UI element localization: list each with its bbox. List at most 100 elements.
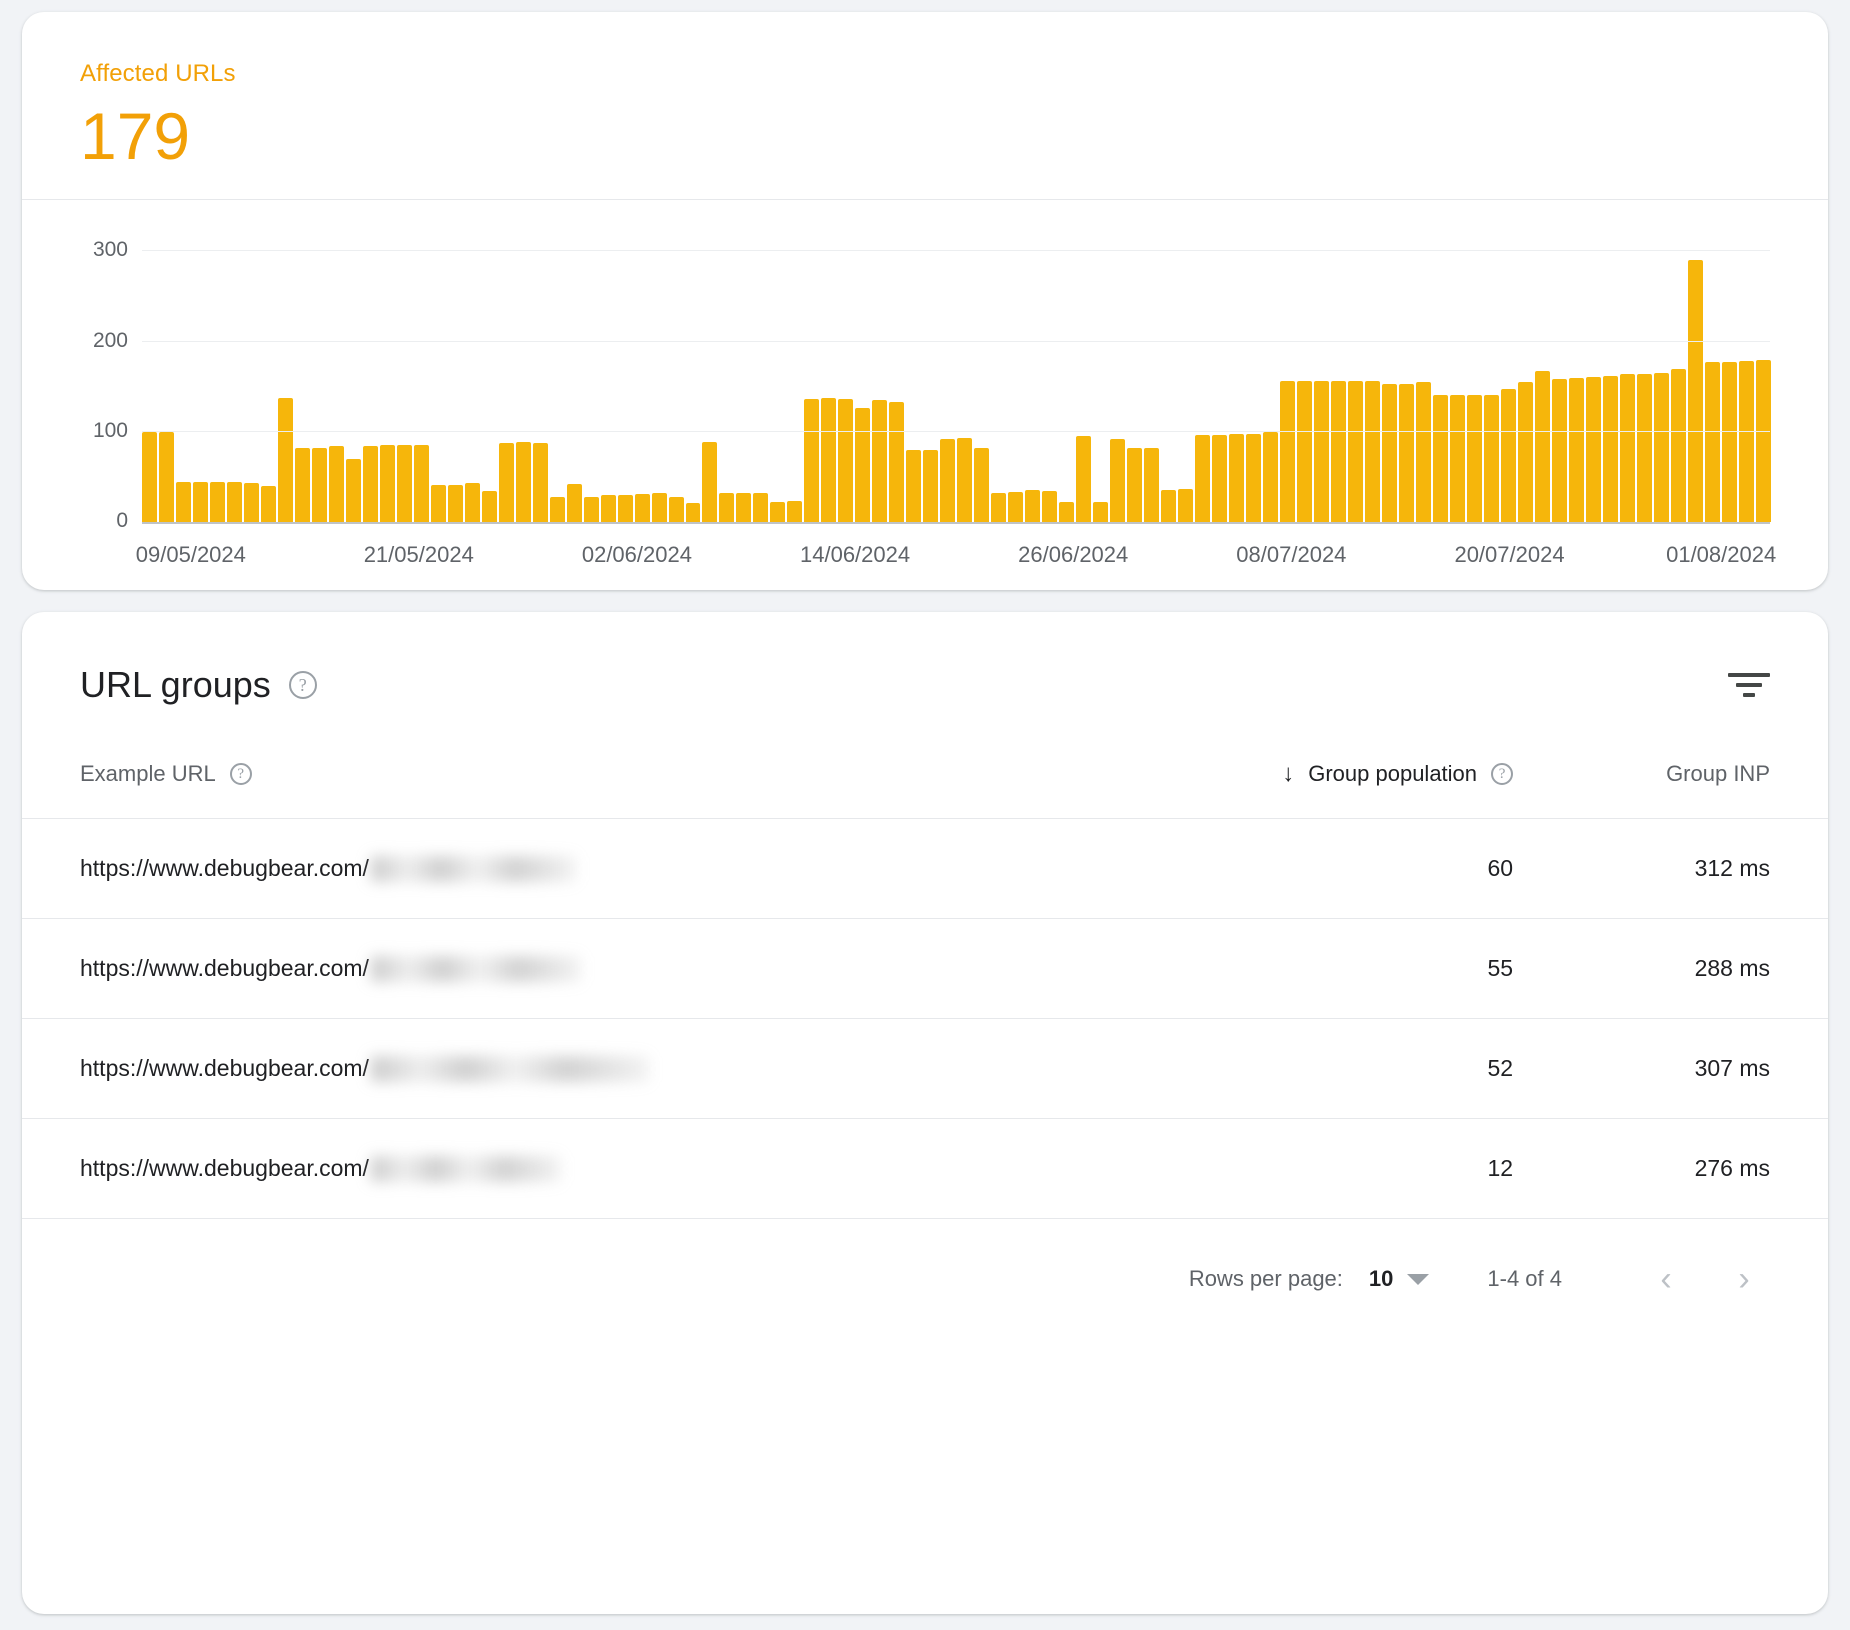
chart-bar[interactable] <box>940 439 956 523</box>
chart-bar[interactable] <box>1449 394 1465 523</box>
chart-bar[interactable] <box>838 398 854 523</box>
chart-bar[interactable] <box>1534 370 1550 523</box>
chart-bar[interactable] <box>1670 368 1686 523</box>
chart-bar[interactable] <box>498 442 514 523</box>
chart-bar[interactable] <box>1008 491 1024 523</box>
chart-bar[interactable] <box>719 493 735 523</box>
chart-bar[interactable] <box>872 399 888 523</box>
chart-bar[interactable] <box>753 493 769 523</box>
chart-bar[interactable] <box>923 450 939 523</box>
chart-bar[interactable] <box>1178 488 1194 523</box>
chart-bar[interactable] <box>1568 377 1584 523</box>
chart-bar[interactable] <box>1466 394 1482 523</box>
chart-bar[interactable] <box>974 448 990 523</box>
chart-bar[interactable] <box>583 497 599 523</box>
group-population-help-icon[interactable]: ? <box>1491 763 1514 786</box>
cell-example-url[interactable]: https://www.debugbear.com/ <box>22 1118 1070 1220</box>
chart-bar[interactable] <box>1585 376 1601 523</box>
chevron-down-icon[interactable] <box>1407 1273 1430 1285</box>
chart-bar[interactable] <box>651 492 667 523</box>
column-header-group-inp[interactable]: Group INP <box>1539 742 1828 819</box>
chart-bar[interactable] <box>447 485 463 523</box>
cell-example-url[interactable]: https://www.debugbear.com/ <box>22 1018 1070 1119</box>
chart-bar[interactable] <box>1500 388 1516 523</box>
chart-bar[interactable] <box>685 503 701 523</box>
chart-bar[interactable] <box>532 442 548 523</box>
chart-bar[interactable] <box>362 446 378 523</box>
column-header-example-url[interactable]: Example URL ? <box>22 742 1069 819</box>
table-row[interactable]: https://www.debugbear.com/55 288 ms <box>22 918 1828 1019</box>
chart-bar[interactable] <box>481 490 497 523</box>
chart-bar[interactable] <box>1330 380 1346 523</box>
chart-bar[interactable] <box>1279 381 1295 523</box>
chart-bar[interactable] <box>294 448 310 523</box>
table-row[interactable]: https://www.debugbear.com/60 312 ms <box>22 818 1828 919</box>
chart-bar[interactable] <box>1415 382 1431 523</box>
chart-bar[interactable] <box>702 441 718 523</box>
chart-bar[interactable] <box>464 482 480 523</box>
chart-bar[interactable] <box>1704 362 1720 523</box>
chart-bar[interactable] <box>1398 384 1414 523</box>
chart-bar[interactable] <box>1755 359 1771 523</box>
chart-bar[interactable] <box>226 481 242 523</box>
chart-bar[interactable] <box>1432 394 1448 523</box>
chart-bar[interactable] <box>413 444 429 523</box>
chart-bar[interactable] <box>617 495 633 523</box>
chart-bar[interactable] <box>1364 380 1380 523</box>
chart-bar[interactable] <box>668 497 684 523</box>
chart-bar[interactable] <box>209 481 225 523</box>
chart-bar[interactable] <box>600 495 616 523</box>
chart-bar[interactable] <box>1093 502 1109 523</box>
chart-bar[interactable] <box>1687 259 1703 523</box>
chart-bar[interactable] <box>889 402 905 523</box>
chart-bar[interactable] <box>1738 360 1754 523</box>
chart-bar[interactable] <box>1161 489 1177 523</box>
chart-bar[interactable] <box>1262 432 1278 523</box>
chart-bar[interactable] <box>1212 434 1227 523</box>
chart-bar[interactable] <box>142 432 157 523</box>
chart-bar[interactable] <box>821 397 837 523</box>
chart-bar[interactable] <box>1619 374 1635 523</box>
chart-bar[interactable] <box>1127 448 1143 523</box>
chart-bar[interactable] <box>175 481 191 523</box>
chart-bar[interactable] <box>906 450 922 523</box>
chart-bar[interactable] <box>1025 489 1041 523</box>
chart-bar[interactable] <box>1653 373 1669 523</box>
table-row[interactable]: https://www.debugbear.com/12 276 ms <box>22 1118 1828 1220</box>
chart-bar[interactable] <box>957 438 973 523</box>
chart-bar[interactable] <box>1551 378 1567 523</box>
chart-bar[interactable] <box>396 444 412 523</box>
chart-bar[interactable] <box>1517 382 1533 523</box>
chart-bar[interactable] <box>311 448 327 523</box>
chart-bar[interactable] <box>1042 490 1058 523</box>
chart-bar[interactable] <box>192 481 208 523</box>
chart-bar[interactable] <box>1721 361 1737 523</box>
example-url-help-icon[interactable]: ? <box>229 763 252 786</box>
chevron-left-icon[interactable]: ‹ <box>1640 1253 1692 1305</box>
chart-bar[interactable] <box>549 497 565 523</box>
cell-example-url[interactable]: https://www.debugbear.com/ <box>22 918 1070 1019</box>
chart-bar[interactable] <box>991 492 1007 523</box>
chart-bar[interactable] <box>1313 381 1329 523</box>
chart-bar[interactable] <box>634 494 650 523</box>
chevron-right-icon[interactable]: › <box>1718 1253 1770 1305</box>
chart-bar[interactable] <box>243 483 259 523</box>
chart-bar[interactable] <box>1381 384 1397 523</box>
chart-bar[interactable] <box>277 397 293 523</box>
table-row[interactable]: https://www.debugbear.com/52 307 ms <box>22 1018 1828 1119</box>
chart-bar[interactable] <box>328 446 344 523</box>
chart-bar[interactable] <box>1059 502 1075 523</box>
chart-bar[interactable] <box>1296 381 1312 523</box>
chart-bar[interactable] <box>1229 433 1244 523</box>
chart-bar[interactable] <box>770 501 786 523</box>
chart-bar[interactable] <box>566 484 582 523</box>
chart-bar[interactable] <box>787 500 803 523</box>
chart-bar[interactable] <box>345 459 361 523</box>
chart-bar[interactable] <box>1245 433 1261 523</box>
help-circle-icon[interactable]: ? <box>288 671 317 700</box>
chart-bar[interactable] <box>1195 434 1211 523</box>
chart-bar[interactable] <box>855 407 871 523</box>
chart-bar[interactable] <box>1347 380 1363 523</box>
chart-bar[interactable] <box>158 432 174 523</box>
chart-bar[interactable] <box>1602 376 1618 523</box>
